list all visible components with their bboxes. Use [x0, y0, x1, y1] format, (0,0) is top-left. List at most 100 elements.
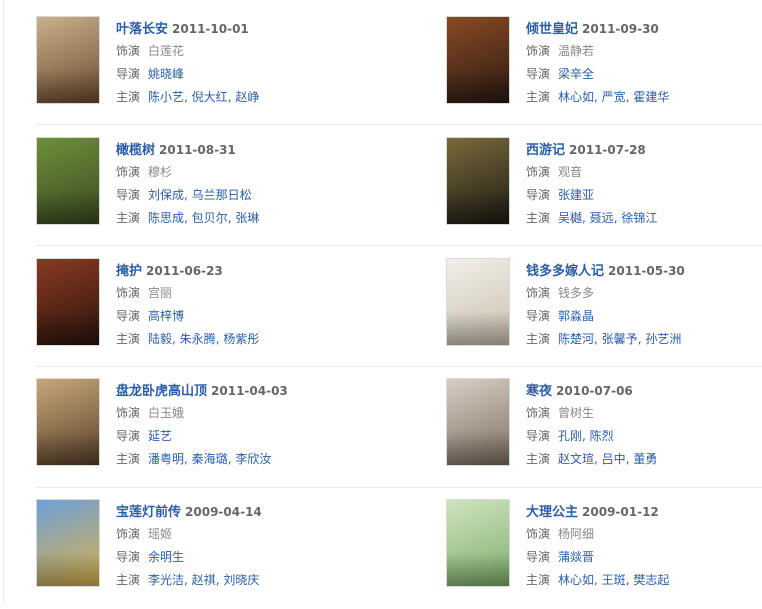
release-date: 2010-07-06: [556, 384, 633, 398]
role-row: 饰演 温静若: [526, 40, 762, 63]
title-line: 掩护 2011-06-23: [116, 258, 376, 282]
drama-title-link[interactable]: 西游记: [526, 143, 565, 158]
director-link[interactable]: 郭淼晶: [558, 309, 594, 323]
drama-info: 倾世皇妃 2011-09-30 饰演 温静若 导演 梁辛全 主演 林心如, 严宽, 霍建华: [526, 16, 762, 109]
poster-thumbnail[interactable]: [446, 137, 510, 225]
drama-title-link[interactable]: 盘龙卧虎高山顶: [116, 384, 207, 399]
drama-item: 倾世皇妃 2011-09-30 饰演 温静若 导演 梁辛全 主演 林心如, 严宽, 霍建华: [446, 16, 762, 126]
row-divider: [36, 366, 762, 367]
cast-link[interactable]: 陈楚河: [558, 332, 594, 346]
role-row-label: 饰演: [526, 165, 551, 179]
drama-title-link[interactable]: 橄榄树: [116, 143, 155, 158]
director-link[interactable]: 张建亚: [558, 188, 594, 202]
cast-row: 主演 林心如, 王斑, 樊志起: [526, 569, 762, 592]
cast-link[interactable]: 赵祺: [192, 573, 216, 587]
role-row: 饰演 宫丽: [116, 282, 376, 305]
cast-link[interactable]: 严宽: [602, 90, 626, 104]
drama-title-link[interactable]: 钱多多嫁人记: [526, 264, 604, 279]
cast-link[interactable]: 李欣汝: [235, 452, 271, 466]
cast-link[interactable]: 聂远: [590, 211, 614, 225]
drama-info: 掩护 2011-06-23 饰演 宫丽 导演 高梓博 主演 陆毅, 朱永腾, 杨紫彤: [116, 258, 376, 351]
release-date: 2009-04-14: [185, 505, 262, 519]
cast-link[interactable]: 陆毅: [148, 332, 172, 346]
drama-title-link[interactable]: 叶落长安: [116, 22, 168, 37]
drama-title-link[interactable]: 寒夜: [526, 384, 552, 399]
drama-item: 大理公主 2009-01-12 饰演 杨阿细 导演 蒲燚晋 主演 林心如, 王斑, 樊志起: [446, 499, 762, 609]
poster-thumbnail[interactable]: [446, 499, 510, 587]
cast-link[interactable]: 陈小艺: [148, 90, 184, 104]
cast-row-label: 主演: [116, 211, 141, 225]
cast-link[interactable]: 张馨予: [602, 332, 638, 346]
poster-thumbnail[interactable]: [446, 16, 510, 104]
cast-link[interactable]: 林心如: [558, 90, 594, 104]
drama-info: 宝莲灯前传 2009-04-14 饰演 瑶姬 导演 余明生 主演 李光洁, 赵祺, 刘晓庆: [116, 499, 376, 592]
role-name: 温静若: [558, 44, 595, 58]
drama-title-link[interactable]: 掩护: [116, 264, 142, 279]
director-row: 导演 高梓博: [116, 305, 376, 328]
cast-link[interactable]: 赵峥: [235, 90, 259, 104]
role-name: 穆杉: [148, 165, 173, 179]
drama-info: 西游记 2011-07-28 饰演 观音 导演 张建亚 主演 吴樾, 聂远, 徐锦江: [526, 137, 762, 230]
cast-link[interactable]: 包贝尔: [192, 211, 228, 225]
cast-link[interactable]: 吕中: [602, 452, 626, 466]
title-line: 寒夜 2010-07-06: [526, 378, 762, 402]
director-link[interactable]: 陈烈: [590, 429, 614, 443]
title-line: 盘龙卧虎高山顶 2011-04-03: [116, 378, 376, 402]
director-link[interactable]: 刘保成: [148, 188, 184, 202]
cast-row-label: 主演: [526, 573, 551, 587]
cast-link[interactable]: 倪大红: [192, 90, 228, 104]
role-name: 白玉娥: [148, 406, 185, 420]
role-name: 宫丽: [148, 286, 173, 300]
director-row: 导演 姚晓峰: [116, 63, 376, 86]
cast-link[interactable]: 徐锦江: [621, 211, 657, 225]
cast-link[interactable]: 秦海璐: [192, 452, 228, 466]
drama-title-link[interactable]: 宝莲灯前传: [116, 505, 181, 520]
director-link[interactable]: 乌兰那日松: [192, 188, 252, 202]
cast-row-label: 主演: [116, 452, 141, 466]
cast-link[interactable]: 赵文瑄: [558, 452, 594, 466]
poster-image: [37, 500, 99, 586]
director-row-label: 导演: [526, 550, 551, 564]
role-row: 饰演 钱多多: [526, 282, 762, 305]
director-link[interactable]: 蒲燚晋: [558, 550, 594, 564]
cast-link[interactable]: 王斑: [602, 573, 626, 587]
poster-thumbnail[interactable]: [36, 258, 100, 346]
cast-link[interactable]: 朱永腾: [180, 332, 216, 346]
role-row-label: 饰演: [116, 286, 141, 300]
cast-link[interactable]: 潘粤明: [148, 452, 184, 466]
cast-link[interactable]: 林心如: [558, 573, 594, 587]
row-divider: [36, 245, 762, 246]
poster-thumbnail[interactable]: [36, 16, 100, 104]
drama-title-link[interactable]: 大理公主: [526, 505, 578, 520]
cast-link[interactable]: 张琳: [235, 211, 259, 225]
director-link[interactable]: 高梓博: [148, 309, 184, 323]
director-row: 导演 刘保成, 乌兰那日松: [116, 184, 376, 207]
comma-separator: ,: [582, 429, 590, 443]
cast-row: 主演 潘粤明, 秦海璐, 李欣汝: [116, 448, 376, 471]
director-link[interactable]: 梁辛全: [558, 67, 594, 81]
director-link[interactable]: 延艺: [148, 429, 172, 443]
cast-link[interactable]: 董勇: [633, 452, 657, 466]
director-row: 导演 余明生: [116, 546, 376, 569]
poster-thumbnail[interactable]: [446, 378, 510, 466]
director-link[interactable]: 余明生: [148, 550, 184, 564]
drama-item: 掩护 2011-06-23 饰演 宫丽 导演 高梓博 主演 陆毅, 朱永腾, 杨紫彤: [36, 258, 376, 368]
director-link[interactable]: 姚晓峰: [148, 67, 184, 81]
cast-link[interactable]: 李光洁: [148, 573, 184, 587]
poster-thumbnail[interactable]: [36, 378, 100, 466]
cast-link[interactable]: 吴樾: [558, 211, 582, 225]
drama-title-link[interactable]: 倾世皇妃: [526, 22, 578, 37]
cast-link[interactable]: 霍建华: [633, 90, 669, 104]
cast-link[interactable]: 孙艺洲: [645, 332, 681, 346]
cast-link[interactable]: 陈思成: [148, 211, 184, 225]
director-link[interactable]: 孔刚: [558, 429, 582, 443]
role-row: 饰演 穆杉: [116, 161, 376, 184]
cast-link[interactable]: 杨紫彤: [223, 332, 259, 346]
release-date: 2011-08-31: [159, 143, 236, 157]
poster-thumbnail[interactable]: [446, 258, 510, 346]
cast-link[interactable]: 刘晓庆: [223, 573, 259, 587]
cast-link[interactable]: 樊志起: [633, 573, 669, 587]
poster-thumbnail[interactable]: [36, 499, 100, 587]
poster-thumbnail[interactable]: [36, 137, 100, 225]
row-divider: [36, 487, 762, 488]
